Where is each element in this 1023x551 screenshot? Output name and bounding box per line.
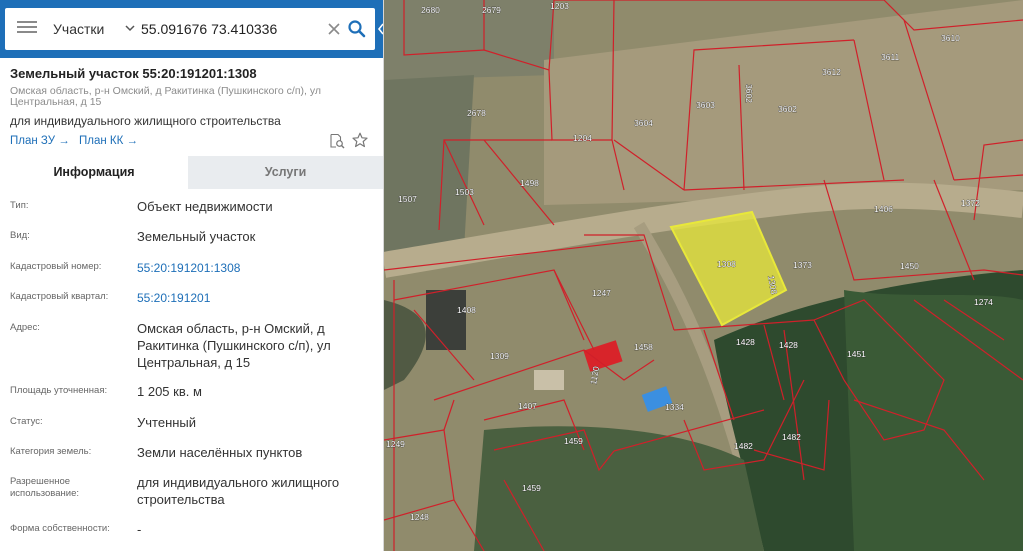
search-box: Участки bbox=[5, 8, 375, 50]
parcel-label: 1204 bbox=[573, 133, 592, 143]
parcel-label: 1507 bbox=[398, 194, 417, 204]
parcel-label: 1249 bbox=[386, 439, 405, 449]
info-value: для индивидуального жилищного строительс… bbox=[137, 475, 340, 507]
info-panel: Участки Земельный участок 55:20:191201:1… bbox=[0, 0, 384, 551]
parcel-label: 1408 bbox=[457, 305, 476, 315]
parcel-label: 1309 bbox=[490, 351, 509, 361]
map-canvas[interactable]: 2680 2679 1203 3610 3611 3612 3603 3602 … bbox=[384, 0, 1023, 551]
info-label: Площадь уточненная: bbox=[10, 385, 108, 396]
parcel-label: 1274 bbox=[974, 297, 993, 307]
info-label: Статус: bbox=[10, 416, 43, 427]
info-label: Форма собственности: bbox=[10, 523, 110, 534]
object-title: Земельный участок 55:20:191201:1308 bbox=[10, 66, 257, 81]
terrain-patch bbox=[384, 0, 554, 80]
parcel-label: 1459 bbox=[522, 483, 541, 493]
parcel-label: 1406 bbox=[874, 204, 893, 214]
parcel-label: 1428 bbox=[736, 337, 755, 347]
info-label: Категория земель: bbox=[10, 446, 92, 457]
search-bar: Участки bbox=[0, 0, 384, 58]
parcel-label: 3603 bbox=[696, 100, 715, 110]
collapse-panel-icon[interactable] bbox=[377, 14, 384, 44]
plan-zu-link[interactable]: План ЗУ → bbox=[10, 135, 70, 147]
parcel-label: 1373 bbox=[793, 260, 812, 270]
info-label: Вид: bbox=[10, 230, 30, 241]
parcel-label: 1407 bbox=[518, 401, 537, 411]
parcel-label: 1334 bbox=[665, 402, 684, 412]
tab-bar: Информация Услуги bbox=[0, 156, 383, 189]
parcel-label: 1247 bbox=[592, 288, 611, 298]
object-purpose: для индивидуального жилищного строительс… bbox=[10, 114, 281, 128]
info-label: Кадастровый номер: bbox=[10, 261, 102, 272]
parcel-label: 1308 bbox=[717, 259, 736, 269]
parcel-label: 1458 bbox=[634, 342, 653, 352]
terrain-patch bbox=[384, 75, 474, 255]
search-icon[interactable] bbox=[347, 19, 367, 39]
parcel-label: 3612 bbox=[822, 67, 841, 77]
layer-select-label: Участки bbox=[53, 21, 105, 37]
parcel-label: 1451 bbox=[847, 349, 866, 359]
parcel-label: 1372 bbox=[961, 198, 980, 208]
info-value: Земли населённых пунктов bbox=[137, 445, 303, 460]
map-view[interactable]: 2680 2679 1203 3610 3611 3612 3603 3602 … bbox=[384, 0, 1023, 551]
parcel-label: 1428 bbox=[779, 340, 798, 350]
tab-services[interactable]: Услуги bbox=[188, 156, 383, 189]
parcel-label: 3611 bbox=[881, 52, 900, 62]
star-icon[interactable] bbox=[352, 132, 368, 148]
parcel-label: 1459 bbox=[564, 436, 583, 446]
info-label: Разрешенное использование: bbox=[10, 476, 80, 499]
tab-information[interactable]: Информация bbox=[0, 156, 188, 189]
info-label: Кадастровый квартал: bbox=[10, 291, 109, 302]
info-value: Учтенный bbox=[137, 415, 197, 430]
info-value: Омская область, р-н Омский, д Ракитинка … bbox=[137, 321, 331, 370]
document-search-icon[interactable] bbox=[329, 133, 345, 149]
parcel-label: 3602 bbox=[744, 84, 754, 103]
plan-kk-link[interactable]: План КК → bbox=[79, 135, 138, 147]
parcel-label: 1248 bbox=[410, 512, 429, 522]
object-address: Омская область, р-н Омский, д Ракитинка … bbox=[10, 85, 321, 108]
parcel-label: 1498 bbox=[520, 178, 539, 188]
parcel-label: 2679 bbox=[482, 5, 501, 15]
layer-select[interactable]: Участки bbox=[51, 8, 139, 50]
info-value: - bbox=[137, 522, 142, 537]
menu-icon[interactable] bbox=[17, 20, 37, 38]
building bbox=[534, 370, 564, 390]
parcel-label: 1482 bbox=[782, 432, 801, 442]
info-value: Земельный участок bbox=[137, 229, 256, 244]
info-value: Объект недвижимости bbox=[137, 199, 273, 214]
search-input[interactable] bbox=[141, 14, 321, 44]
parcel-label: 1450 bbox=[900, 261, 919, 271]
info-label: Тип: bbox=[10, 200, 29, 211]
parcel-label: 3604 bbox=[634, 118, 653, 128]
parcel-label: 1203 bbox=[550, 1, 569, 11]
parcel-label: 3602 bbox=[778, 104, 797, 114]
parcel-label: 1503 bbox=[455, 187, 474, 197]
chevron-down-icon bbox=[125, 25, 135, 32]
close-icon[interactable] bbox=[325, 20, 343, 38]
parcel-label: 2680 bbox=[421, 5, 440, 15]
building-dark bbox=[426, 290, 466, 350]
cadastral-quarter-link[interactable]: 55:20:191201 bbox=[137, 290, 373, 307]
parcel-label: 3610 bbox=[941, 33, 960, 43]
cadastral-number-link[interactable]: 55:20:191201:1308 bbox=[137, 260, 373, 277]
info-value: 1 205 кв. м bbox=[137, 384, 202, 399]
parcel-label: 1482 bbox=[734, 441, 753, 451]
parcel-label: 2678 bbox=[467, 108, 486, 118]
info-label: Адрес: bbox=[10, 322, 40, 333]
